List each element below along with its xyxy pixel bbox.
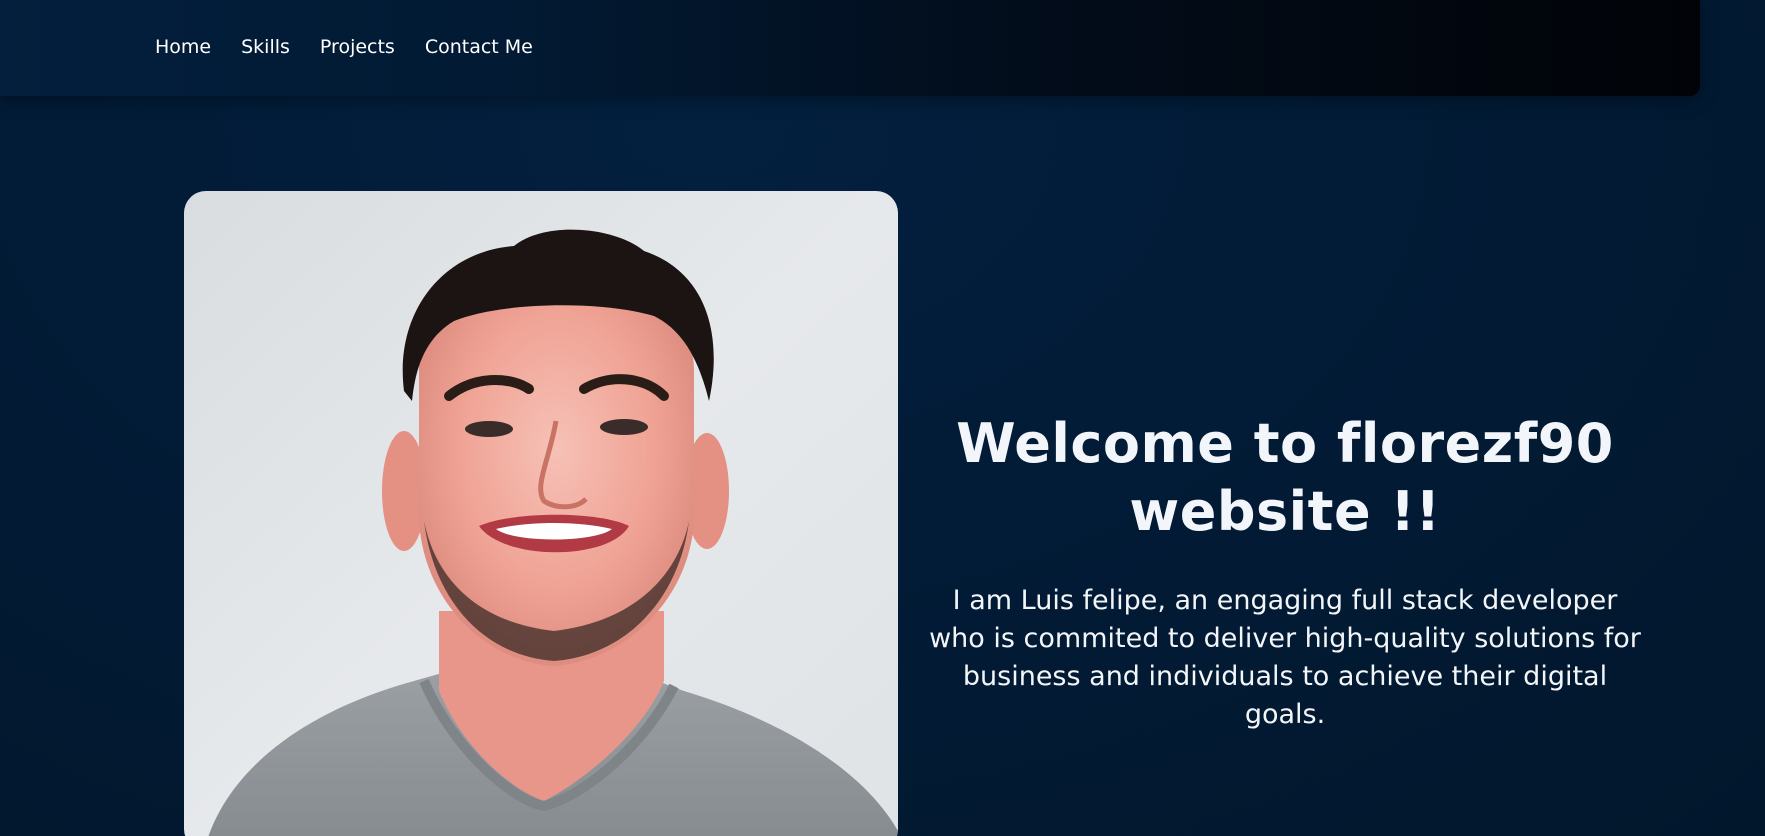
nav-link-contact-me[interactable]: Contact Me: [425, 36, 533, 58]
profile-portrait-illustration: [184, 191, 898, 836]
nav-link-projects[interactable]: Projects: [320, 36, 395, 58]
hero-description: I am Luis felipe, an engaging full stack…: [929, 585, 1641, 730]
navbar: Home Skills Projects Contact Me: [0, 0, 1700, 96]
nav-link-home[interactable]: Home: [155, 36, 211, 58]
hero-title-line-1: Welcome to florezf90: [956, 412, 1614, 475]
hero-section: Welcome to florezf90 website !! I am Lui…: [920, 410, 1650, 734]
nav-link-skills[interactable]: Skills: [241, 36, 290, 58]
hero-title-line-2: website !!: [1129, 480, 1441, 543]
profile-photo: [184, 191, 898, 836]
nav-links: Home Skills Projects Contact Me: [155, 36, 533, 58]
hero-title: Welcome to florezf90 website !!: [920, 410, 1650, 546]
